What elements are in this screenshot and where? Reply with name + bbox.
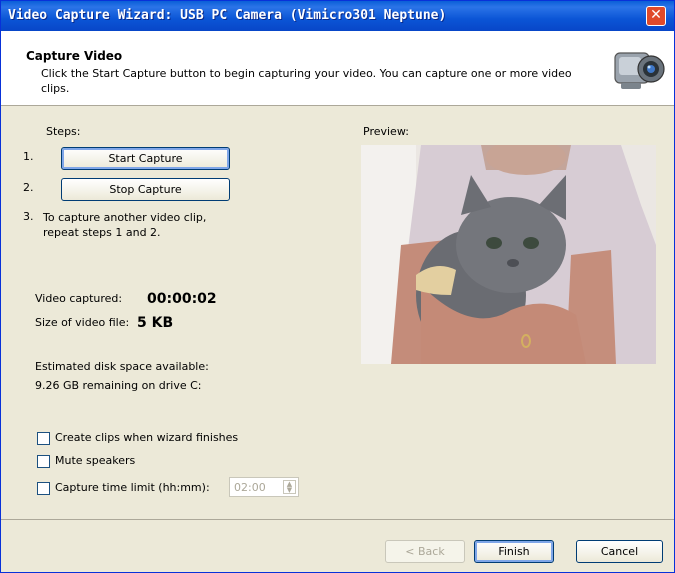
page-description: Click the Start Capture button to begin … <box>41 67 572 95</box>
close-button[interactable]: ✕ <box>646 6 666 26</box>
video-captured-label: Video captured: <box>35 292 123 305</box>
time-limit-label[interactable]: Capture time limit (hh:mm): <box>55 481 210 494</box>
finish-button[interactable]: Finish <box>474 540 554 563</box>
create-clips-label[interactable]: Create clips when wizard finishes <box>55 431 238 444</box>
wizard-header: Capture Video Click the Start Capture bu… <box>1 31 674 106</box>
step-3-number: 3. <box>23 210 34 223</box>
wizard-window: Video Capture Wizard: USB PC Camera (Vim… <box>0 0 675 573</box>
size-label: Size of video file: <box>35 316 130 329</box>
back-button[interactable]: < Back <box>385 540 465 563</box>
time-limit-checkbox[interactable] <box>37 482 50 495</box>
create-clips-checkbox[interactable] <box>37 432 50 445</box>
kitten-video-frame <box>361 145 656 364</box>
title-bar[interactable]: Video Capture Wizard: USB PC Camera (Vim… <box>1 1 674 31</box>
page-title: Capture Video <box>26 49 123 63</box>
steps-label: Steps: <box>46 125 81 138</box>
stop-capture-button[interactable]: Stop Capture <box>61 178 230 201</box>
step-3-text: To capture another video clip, repeat st… <box>43 211 207 239</box>
step-1-number: 1. <box>23 150 34 163</box>
size-value: 5 KB <box>137 315 174 331</box>
disk-space-label: Estimated disk space available: <box>35 360 209 373</box>
step-2-number: 2. <box>23 181 34 194</box>
time-limit-value[interactable]: 02:00 <box>234 481 266 494</box>
video-captured-value: 00:00:02 <box>147 291 217 307</box>
footer-divider <box>1 519 674 520</box>
mute-speakers-label[interactable]: Mute speakers <box>55 454 135 467</box>
video-preview <box>361 145 656 364</box>
preview-label: Preview: <box>363 125 409 138</box>
window-title: Video Capture Wizard: USB PC Camera (Vim… <box>8 8 447 23</box>
disk-space-value: 9.26 GB remaining on drive C: <box>35 379 202 392</box>
cancel-button[interactable]: Cancel <box>576 540 663 563</box>
mute-speakers-checkbox[interactable] <box>37 455 50 468</box>
time-limit-stepper[interactable]: 02:00 ▲ ▼ <box>229 477 299 497</box>
spin-arrows-icon[interactable]: ▲ ▼ <box>283 480 296 494</box>
camcorder-icon <box>614 52 665 89</box>
start-capture-button[interactable]: Start Capture <box>61 147 230 170</box>
